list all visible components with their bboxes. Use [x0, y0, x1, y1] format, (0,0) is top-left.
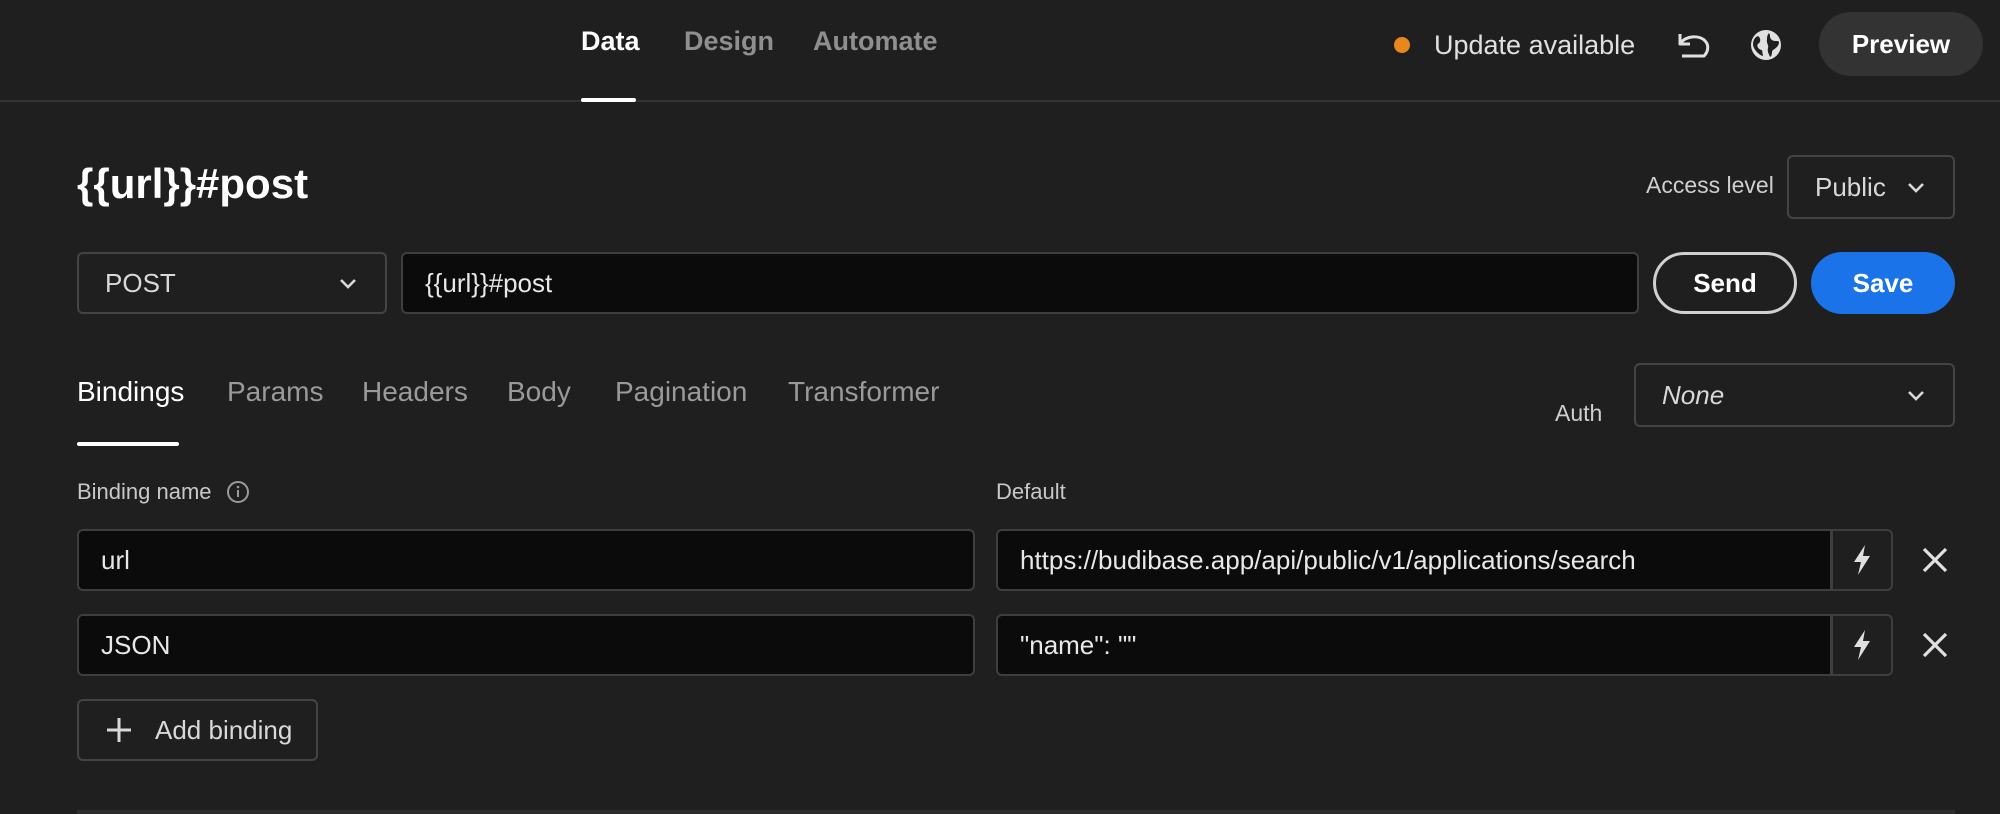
binding-bolt-button[interactable]: [1831, 529, 1893, 591]
save-button[interactable]: Save: [1811, 252, 1955, 314]
binding-name-header: Binding name: [77, 479, 250, 505]
page-title: {{url}}#post: [77, 160, 309, 207]
binding-name-header-text: Binding name: [77, 479, 212, 504]
binding-bolt-button[interactable]: [1831, 614, 1893, 676]
remove-binding-button[interactable]: [1915, 540, 1955, 580]
tab-body[interactable]: Body: [507, 376, 571, 446]
url-input[interactable]: {{url}}#post: [401, 252, 1639, 314]
auth-label: Auth: [1555, 400, 1603, 426]
undo-icon[interactable]: [1673, 24, 1715, 66]
preview-button[interactable]: Preview: [1819, 12, 1983, 76]
close-icon: [1922, 547, 1948, 573]
section-divider: [77, 810, 1955, 814]
nav-tab-design[interactable]: Design: [684, 26, 774, 102]
tab-transformer[interactable]: Transformer: [788, 376, 939, 446]
globe-icon[interactable]: [1745, 24, 1787, 66]
tab-bindings[interactable]: Bindings: [77, 376, 184, 446]
top-bar: Data Design Automate Update available Pr…: [0, 0, 2000, 102]
info-icon[interactable]: [226, 480, 250, 504]
tab-params[interactable]: Params: [227, 376, 323, 446]
tab-pagination[interactable]: Pagination: [615, 376, 747, 446]
update-status-dot: [1394, 37, 1410, 53]
access-level-label: Access level: [1646, 172, 1774, 198]
auth-select[interactable]: None: [1634, 363, 1955, 427]
auth-value: None: [1662, 379, 1725, 410]
method-select[interactable]: POST: [77, 252, 387, 314]
tab-headers[interactable]: Headers: [362, 376, 468, 446]
add-binding-button[interactable]: Add binding: [77, 699, 318, 761]
nav-tab-data[interactable]: Data: [581, 26, 640, 102]
method-value: POST: [105, 267, 176, 298]
binding-name-input[interactable]: url: [77, 529, 975, 591]
binding-default-input[interactable]: "name": "": [996, 614, 1832, 676]
close-icon: [1922, 632, 1948, 658]
chevron-down-icon: [1908, 391, 1924, 401]
chevron-down-icon: [1908, 183, 1924, 193]
update-text: Update available: [1434, 29, 1636, 60]
remove-binding-button[interactable]: [1915, 625, 1955, 665]
lightning-icon: [1854, 545, 1870, 575]
access-level-select[interactable]: Public: [1787, 155, 1955, 219]
plus-icon: [107, 718, 131, 742]
nav-tab-automate[interactable]: Automate: [813, 26, 938, 102]
lightning-icon: [1854, 630, 1870, 660]
update-available[interactable]: Update available: [1394, 28, 1635, 62]
default-header: Default: [996, 479, 1066, 504]
add-binding-label: Add binding: [155, 714, 293, 745]
access-level-value: Public: [1815, 171, 1886, 202]
chevron-down-icon: [340, 279, 356, 289]
binding-name-input[interactable]: JSON: [77, 614, 975, 676]
send-button[interactable]: Send: [1653, 252, 1797, 314]
binding-default-input[interactable]: https://budibase.app/api/public/v1/appli…: [996, 529, 1832, 591]
